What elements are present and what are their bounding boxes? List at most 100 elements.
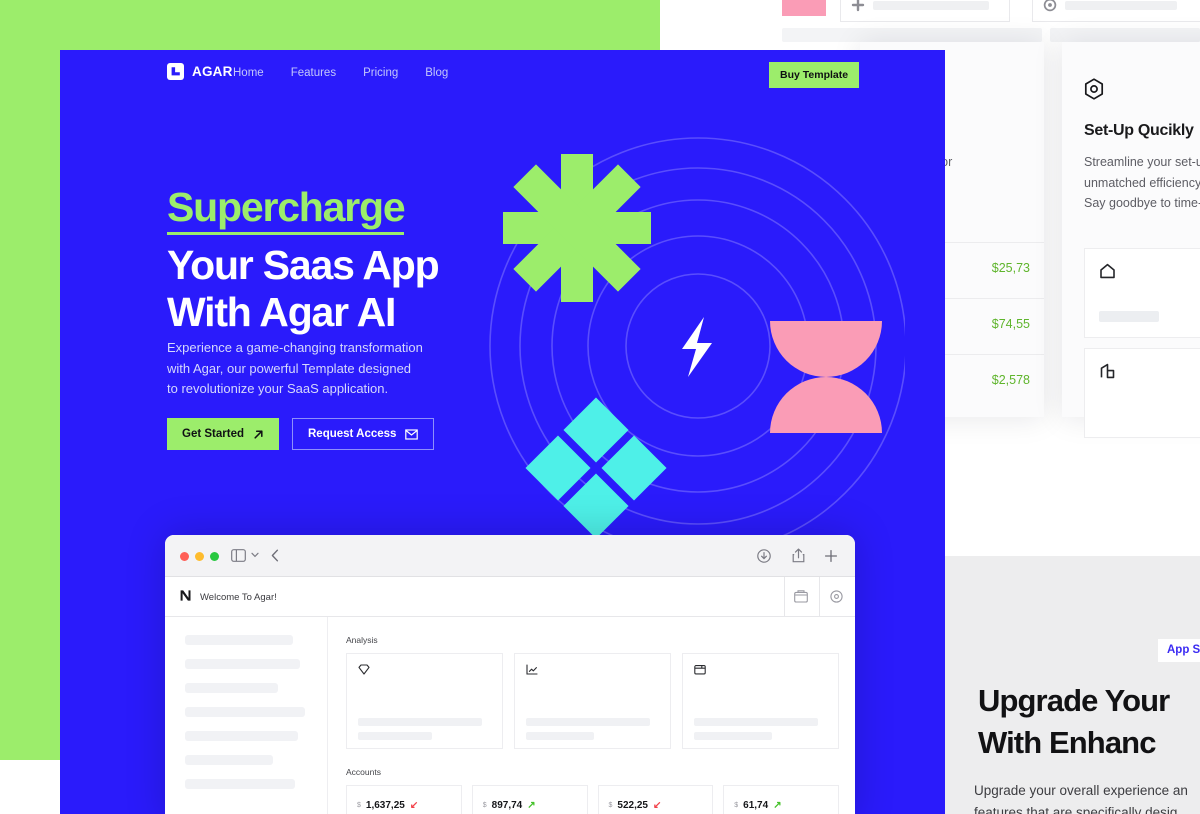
- settings-icon[interactable]: [830, 590, 843, 603]
- promo-heading-line2: With Enhanc: [978, 725, 1156, 760]
- pink-fragment-block: [782, 0, 826, 16]
- bg-card-right-title: Set-Up Qucikly: [1084, 122, 1194, 139]
- chevron-down-icon[interactable]: [251, 552, 259, 558]
- account-card[interactable]: $ 897,74 ↗: [471, 785, 588, 814]
- tab-divider: [819, 577, 820, 617]
- skeleton-bar: [358, 718, 482, 726]
- plus-icon: [851, 0, 865, 12]
- minimize-window-button[interactable]: [195, 552, 204, 561]
- traffic-lights[interactable]: [180, 552, 219, 561]
- lightning-bolt-icon: [682, 317, 712, 377]
- nav-link-home[interactable]: Home: [233, 67, 264, 79]
- account-amount: 61,74: [743, 799, 769, 811]
- dashboard-main: Analysis Accounts $ 1,637,25 ↙ $ 897,74 …: [328, 617, 855, 814]
- envelope-icon: [405, 428, 419, 440]
- promo-heading: Upgrade Your With Enhanc: [978, 680, 1200, 764]
- hero-subtitle: Experience a game-changing transformatio…: [167, 340, 423, 396]
- dashboard-sidebar: [165, 617, 328, 814]
- app-screens-badge: App Scre: [1158, 639, 1200, 662]
- browser-tabbar: Welcome To Agar!: [165, 577, 855, 617]
- analysis-cards: [346, 653, 839, 749]
- sidebar-skeleton-item: [185, 683, 278, 693]
- top-fragment-card-2: [1032, 0, 1200, 22]
- nav-link-blog[interactable]: Blog: [425, 67, 448, 79]
- skeleton-bar: [1065, 1, 1177, 10]
- diamond-icon: [358, 664, 370, 675]
- hero-navbar: AGAR Home Features Pricing Blog Buy Temp…: [60, 50, 945, 96]
- account-card[interactable]: $ 1,637,25 ↙: [346, 785, 462, 814]
- bg-mini-card-home: [1084, 248, 1200, 338]
- analysis-section-label: Analysis: [346, 635, 378, 645]
- tab-overview-icon[interactable]: [794, 590, 808, 603]
- arrow-up-right-icon: [253, 429, 264, 440]
- sidebar-skeleton-item: [185, 731, 298, 741]
- hero-cta-row: Get Started Request Access: [167, 418, 435, 450]
- back-chevron-icon[interactable]: [271, 549, 279, 562]
- promo-heading-line1: Upgrade Your: [978, 683, 1170, 718]
- line-chart-icon: [526, 664, 538, 675]
- close-window-button[interactable]: [180, 552, 189, 561]
- account-amount: 897,74: [491, 799, 523, 811]
- headline-line-1: Supercharge: [167, 183, 406, 235]
- trend-down-arrow-icon: ↙: [653, 799, 662, 811]
- building-icon: [1099, 363, 1116, 379]
- browser-mockup: Welcome To Agar! Analysis Accounts $ 1,6…: [165, 535, 855, 814]
- sidebar-skeleton-item: [185, 659, 300, 669]
- account-amount: 1,637,25: [365, 799, 405, 811]
- accounts-section-label: Accounts: [346, 767, 381, 777]
- request-access-label: Request Access: [308, 428, 397, 440]
- top-fragment-strip-2: [1050, 28, 1200, 42]
- trend-down-arrow-icon: ↙: [409, 799, 419, 811]
- skeleton-bar: [526, 718, 650, 726]
- get-started-button[interactable]: Get Started: [167, 418, 279, 450]
- agar-logo-icon: [167, 63, 184, 80]
- bg-price-value: $74,55: [991, 317, 1030, 331]
- bg-price-value: $25,73: [991, 261, 1030, 275]
- analysis-card-diamond[interactable]: [346, 653, 503, 749]
- bg-mini-card-building: [1084, 348, 1200, 438]
- account-card[interactable]: $ 61,74 ↗: [723, 785, 839, 814]
- headline-line-2: Your Saas App: [167, 242, 440, 288]
- bg-price-value: $2,578: [991, 373, 1030, 387]
- sidebar-icon[interactable]: [231, 549, 246, 562]
- sidebar-skeleton-item: [185, 779, 295, 789]
- four-petal-flower-shape: [770, 321, 882, 433]
- hexagon-gear-icon: [1084, 78, 1104, 100]
- brand-logo[interactable]: AGAR: [167, 63, 233, 80]
- sidebar-skeleton-item: [185, 755, 273, 765]
- tab-divider: [784, 577, 785, 617]
- nav-link-features[interactable]: Features: [291, 67, 336, 79]
- browser-tab-title[interactable]: Welcome To Agar!: [200, 592, 277, 603]
- analysis-card-folder[interactable]: [682, 653, 839, 749]
- promo-body: Upgrade your overall experience an featu…: [974, 780, 1200, 814]
- sidebar-skeleton-item: [185, 707, 305, 717]
- brand-name: AGAR: [192, 64, 233, 79]
- maximize-window-button[interactable]: [210, 552, 219, 561]
- screenshot-root: on xperience for hance your $25,73 $74,5…: [0, 0, 1200, 814]
- account-amount: 522,25: [617, 799, 648, 811]
- skeleton-bar: [526, 732, 595, 740]
- top-fragment-card-1: [840, 0, 1010, 22]
- browser-content: Analysis Accounts $ 1,637,25 ↙ $ 897,74 …: [165, 617, 855, 814]
- plus-icon[interactable]: [824, 549, 838, 563]
- get-started-label: Get Started: [182, 428, 244, 440]
- trend-up-arrow-icon: ↗: [527, 799, 536, 811]
- browser-toolbar: [165, 535, 855, 577]
- currency-symbol: $: [482, 801, 487, 809]
- share-icon[interactable]: [792, 548, 805, 563]
- nav-links: Home Features Pricing Blog: [233, 67, 448, 79]
- headline-line-3: With Agar AI: [167, 289, 396, 335]
- skeleton-bar: [873, 1, 989, 10]
- nav-link-pricing[interactable]: Pricing: [363, 67, 398, 79]
- accounts-cards: $ 1,637,25 ↙ $ 897,74 ↗ $ 522,25 ↙ $ 61,…: [346, 785, 839, 814]
- analysis-card-chart[interactable]: [514, 653, 671, 749]
- download-icon[interactable]: [757, 549, 771, 563]
- buy-template-button[interactable]: Buy Template: [769, 62, 860, 88]
- currency-symbol: $: [608, 801, 613, 809]
- request-access-button[interactable]: Request Access: [292, 418, 435, 450]
- skeleton-bar: [1099, 311, 1159, 322]
- promo-body-line1: Upgrade your overall experience an: [974, 783, 1188, 798]
- currency-symbol: $: [357, 801, 361, 809]
- gear-icon: [1043, 0, 1057, 12]
- account-card[interactable]: $ 522,25 ↙: [597, 785, 714, 814]
